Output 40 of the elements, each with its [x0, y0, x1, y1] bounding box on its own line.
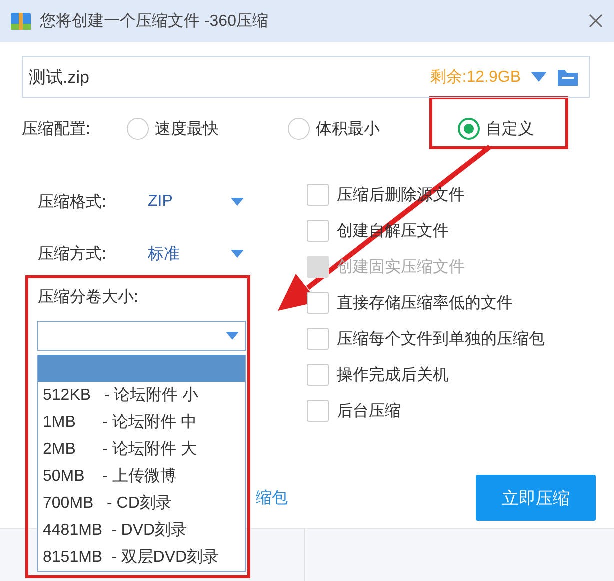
caret-icon[interactable]: [231, 198, 244, 206]
window-title: 您将创建一个压缩文件 -360压缩: [40, 12, 270, 32]
link[interactable]: 缩包: [256, 488, 476, 508]
close-icon[interactable]: [588, 13, 604, 29]
method-select[interactable]: 标准: [148, 244, 244, 264]
dropdown-option[interactable]: 700MB - CD刻录: [38, 490, 245, 517]
dropdown-option[interactable]: 4481MB - DVD刻录: [38, 517, 245, 544]
option-label: 操作完成后关机: [337, 366, 449, 386]
checkbox[interactable]: [307, 400, 329, 422]
dropdown-option[interactable]: 8151MB - 双层DVD刻录: [38, 544, 245, 571]
dropdown-option[interactable]: [38, 355, 245, 382]
split-size-select[interactable]: [37, 321, 246, 351]
dropdown-option[interactable]: 1MB - 论坛附件 中: [38, 409, 245, 436]
checkbox[interactable]: [307, 292, 329, 314]
caret-icon[interactable]: [231, 250, 244, 258]
checkbox[interactable]: [307, 328, 329, 350]
folder-icon[interactable]: [557, 67, 579, 87]
dropdown-option[interactable]: 50MB - 上传微博: [38, 463, 245, 490]
option-label: 直接存储压缩率低的文件: [337, 294, 513, 314]
path-field[interactable]: 测试.zip 剩余:12.9GB: [22, 56, 590, 98]
method-label: 压缩方式:: [38, 244, 108, 264]
profile-radio[interactable]: 速度最快: [127, 118, 288, 140]
format-select[interactable]: ZIP: [148, 193, 244, 211]
option-label: 创建固实压缩文件: [337, 258, 465, 278]
option-label: 后台压缩: [337, 402, 401, 422]
option-label: 压缩每个文件到单独的压缩包: [337, 330, 545, 350]
profile-radio[interactable]: 体积最小: [288, 118, 458, 140]
profile-label: 压缩配置:: [22, 120, 92, 140]
profile-radio[interactable]: 自定义: [458, 118, 534, 140]
checkbox[interactable]: [307, 220, 329, 242]
dropdown-icon[interactable]: [531, 72, 547, 82]
archive-icon: [10, 10, 32, 32]
split-size-label: 压缩分卷大小:: [38, 288, 140, 308]
dropdown-option[interactable]: 512KB - 论坛附件 小: [38, 382, 245, 409]
format-label: 压缩格式:: [38, 192, 108, 212]
checkbox[interactable]: [307, 364, 329, 386]
caret-icon[interactable]: [226, 332, 239, 340]
dropdown-option[interactable]: 2MB - 论坛附件 大: [38, 436, 245, 463]
checkbox[interactable]: [307, 184, 329, 206]
free-space-label: 剩余:12.9GB: [430, 68, 521, 88]
